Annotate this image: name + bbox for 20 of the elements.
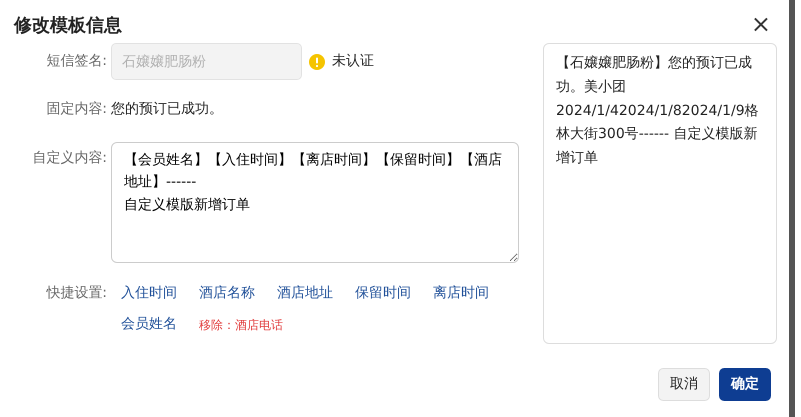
- close-button[interactable]: ×: [746, 12, 775, 36]
- shortcut-link[interactable]: 保留时间: [355, 283, 411, 304]
- shortcut-link[interactable]: 会员姓名: [121, 314, 177, 335]
- shortcut-link[interactable]: 入住时间: [121, 283, 177, 304]
- dialog-title: 修改模板信息: [14, 15, 122, 37]
- shortcut-link[interactable]: 酒店名称: [199, 283, 255, 304]
- status-text: 未认证: [332, 52, 374, 71]
- field-label: 自定义内容:: [31, 149, 108, 168]
- shortcut-link[interactable]: 离店时间: [433, 283, 489, 304]
- field-label: 固定内容:: [45, 100, 108, 119]
- field-label: 快捷设置:: [45, 284, 108, 303]
- custom-content-field[interactable]: 【会员姓名】【入住时间】【离店时间】【保留时间】【酒店地址】------ 自定义模版新增订单: [111, 142, 519, 263]
- field-label: 短信签名:: [45, 52, 108, 71]
- confirm-button[interactable]: 确定: [719, 368, 771, 401]
- fixed-content-text: 您的预订已成功。: [111, 100, 223, 119]
- remove-link[interactable]: 移除：酒店电话: [199, 316, 283, 334]
- cancel-button[interactable]: 取消: [658, 368, 710, 401]
- warning-icon: [309, 54, 325, 70]
- shortcut-link[interactable]: 酒店地址: [277, 283, 333, 304]
- preview-text: 【石嬢嬢肥肠粉】您的预订已成功。美小团 2024/1/42024/1/82024/1/9格林大街300号------ 自定义模版新增订单: [543, 43, 777, 344]
